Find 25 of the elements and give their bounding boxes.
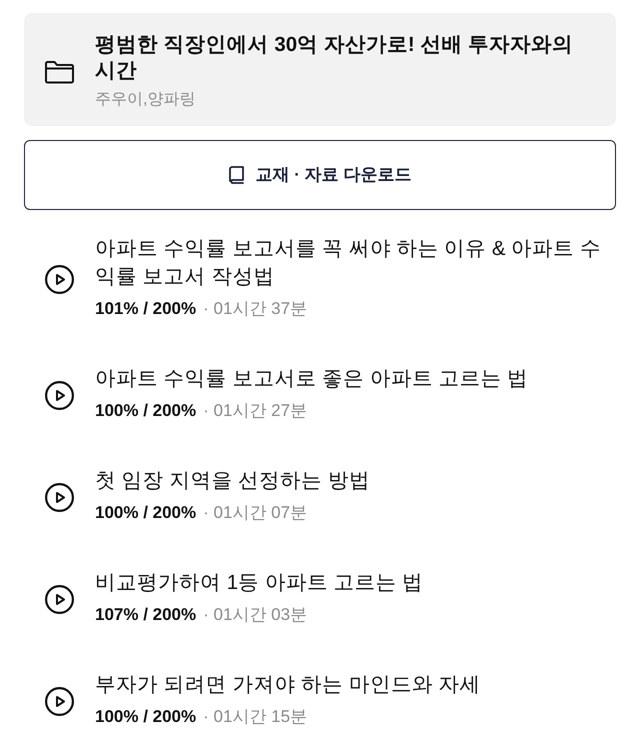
lecture-title[interactable]: 비교평가하여 1등 아파트 고르는 법 (95, 569, 609, 597)
play-icon[interactable] (45, 264, 74, 294)
book-icon (228, 166, 244, 184)
play-icon[interactable] (45, 482, 74, 512)
progress-text: 100% / 200% (95, 502, 196, 524)
instructor-names: 주우이,양파링 (95, 90, 196, 110)
progress-text: 100% / 200% (95, 400, 196, 422)
duration-text: · 01시간 27분 (203, 400, 308, 422)
course-title: 평범한 직장인에서 30억 자산가로! 선배 투자자와의 시간 (95, 32, 574, 84)
download-button[interactable]: 교재 · 자료 다운로드 (24, 140, 616, 210)
duration-text: · 01시간 07분 (203, 502, 308, 524)
folder-icon (45, 60, 74, 84)
progress-text: 100% / 200% (95, 706, 196, 728)
duration-text: · 01시간 03분 (203, 604, 308, 626)
progress-text: 107% / 200% (95, 604, 196, 626)
lecture-title[interactable]: 아파트 수익률 보고서로 좋은 아파트 고르는 법 (95, 365, 609, 393)
play-icon[interactable] (45, 584, 74, 614)
duration-text: · 01시간 37분 (203, 298, 308, 320)
lecture-title[interactable]: 첫 임장 지역을 선정하는 방법 (95, 467, 609, 495)
play-icon[interactable] (45, 686, 74, 716)
progress-text: 101% / 200% (95, 298, 196, 320)
play-icon[interactable] (45, 380, 74, 410)
duration-text: · 01시간 15분 (203, 706, 308, 728)
lecture-title[interactable]: 아파트 수익률 보고서를 꼭 써야 하는 이유 & 아파트 수익률 보고서 작성법 (95, 235, 609, 291)
lecture-title[interactable]: 부자가 되려면 가져야 하는 마인드와 자세 (95, 671, 609, 699)
